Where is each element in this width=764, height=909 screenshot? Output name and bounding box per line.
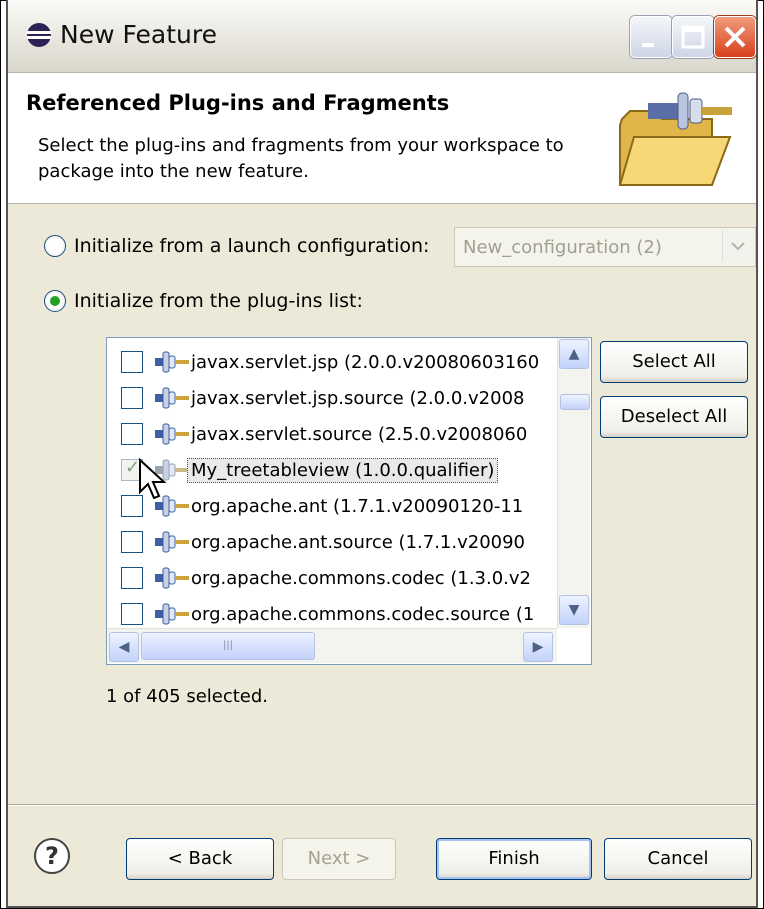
plugin-row[interactable]: org.apache.ant.source (1.7.1.v20090 xyxy=(107,524,567,560)
plugin-checkbox[interactable] xyxy=(121,387,143,409)
vertical-scrollbar[interactable]: ▲ ▼ xyxy=(557,338,590,628)
plugin-row[interactable]: My_treetableview (1.0.0.qualifier) xyxy=(107,452,567,488)
launch-config-option[interactable]: Initialize from a launch configuration: xyxy=(44,231,429,261)
plugin-icon xyxy=(155,531,189,553)
plugin-label: javax.servlet.source (2.5.0.v2008060 xyxy=(191,423,528,445)
launch-config-value: New_configuration (2) xyxy=(463,237,662,258)
deselect-all-button[interactable]: Deselect All xyxy=(600,396,748,438)
plugin-checkbox[interactable] xyxy=(121,423,143,445)
eclipse-icon xyxy=(27,23,51,47)
plugin-row[interactable]: org.apache.commons.codec.source (1 xyxy=(107,596,567,632)
scroll-down-icon[interactable]: ▼ xyxy=(559,595,589,625)
plugins-list-label: Initialize from the plug-ins list: xyxy=(74,290,363,312)
maximize-icon xyxy=(681,25,705,49)
launch-config-radio[interactable] xyxy=(44,235,66,257)
close-icon xyxy=(724,26,746,48)
plugin-label: My_treetableview (1.0.0.qualifier) xyxy=(187,457,499,483)
cancel-button[interactable]: Cancel xyxy=(604,838,752,880)
launch-config-label: Initialize from a launch configuration: xyxy=(74,235,430,257)
plugin-label: org.apache.commons.codec.source (1 xyxy=(191,603,535,625)
window-title: New Feature xyxy=(60,20,217,49)
horizontal-scrollbar[interactable]: ◀ ||| ▶ xyxy=(107,628,557,663)
plugin-row[interactable]: org.apache.commons.codec (1.3.0.v2 xyxy=(107,560,567,596)
dialog-window: New Feature Referenced Plug-ins and Frag… xyxy=(6,0,758,908)
horizontal-scroll-thumb[interactable]: ||| xyxy=(141,632,315,660)
plugin-checkbox[interactable] xyxy=(121,531,143,553)
mouse-cursor-icon xyxy=(139,458,167,500)
finish-button[interactable]: Finish xyxy=(436,838,592,880)
chevron-down-icon[interactable] xyxy=(722,230,753,262)
scroll-right-icon[interactable]: ▶ xyxy=(523,632,553,662)
launch-config-combo[interactable]: New_configuration (2) xyxy=(454,227,756,267)
footer-divider xyxy=(8,804,756,806)
plugins-list-radio[interactable] xyxy=(44,290,66,312)
folder-plugin-icon xyxy=(618,92,732,186)
plugin-row[interactable]: javax.servlet.jsp.source (2.0.0.v2008 xyxy=(107,380,567,416)
plugin-checkbox[interactable] xyxy=(121,351,143,373)
plugin-icon xyxy=(155,423,189,445)
plugin-row[interactable]: javax.servlet.jsp (2.0.0.v20080603160 xyxy=(107,344,567,380)
minimize-button[interactable] xyxy=(630,16,672,58)
plugin-label: org.apache.ant.source (1.7.1.v20090 xyxy=(191,531,526,553)
selection-status: 1 of 405 selected. xyxy=(106,686,269,707)
title-bar[interactable]: New Feature xyxy=(8,0,756,73)
plugin-label: javax.servlet.jsp (2.0.0.v20080603160 xyxy=(191,351,540,373)
plugin-row[interactable]: javax.servlet.source (2.5.0.v2008060 xyxy=(107,416,567,452)
maximize-button[interactable] xyxy=(672,16,714,58)
scroll-left-icon[interactable]: ◀ xyxy=(109,632,139,662)
next-button[interactable]: Next > xyxy=(282,838,396,880)
help-icon[interactable]: ? xyxy=(34,838,70,874)
page-title: Referenced Plug-ins and Fragments xyxy=(26,91,450,115)
plugin-icon xyxy=(155,387,189,409)
plugin-label: org.apache.commons.codec (1.3.0.v2 xyxy=(191,567,532,589)
plugin-checkbox[interactable] xyxy=(121,567,143,589)
plugins-list-option[interactable]: Initialize from the plug-ins list: xyxy=(44,286,363,316)
plugin-label: javax.servlet.jsp.source (2.0.0.v2008 xyxy=(191,387,525,409)
plugin-label: org.apache.ant (1.7.1.v20090120-11 xyxy=(191,495,524,517)
plugin-checkbox[interactable] xyxy=(121,603,143,625)
select-all-button[interactable]: Select All xyxy=(600,341,748,383)
page-description: Select the plug-ins and fragments from y… xyxy=(38,135,564,182)
scroll-up-icon[interactable]: ▲ xyxy=(559,339,589,369)
plugin-icon xyxy=(155,351,189,373)
plugin-icon xyxy=(155,567,189,589)
plugin-icon xyxy=(155,603,189,625)
plugin-row[interactable]: org.apache.ant (1.7.1.v20090120-11 xyxy=(107,488,567,524)
plugins-list[interactable]: javax.servlet.jsp (2.0.0.v20080603160 jav… xyxy=(106,337,592,665)
wizard-header: Referenced Plug-ins and Fragments Select… xyxy=(8,73,756,204)
close-button[interactable] xyxy=(714,16,756,58)
back-button[interactable]: < Back xyxy=(126,838,274,880)
vertical-scroll-thumb[interactable] xyxy=(560,394,590,410)
minimize-icon xyxy=(642,43,654,47)
